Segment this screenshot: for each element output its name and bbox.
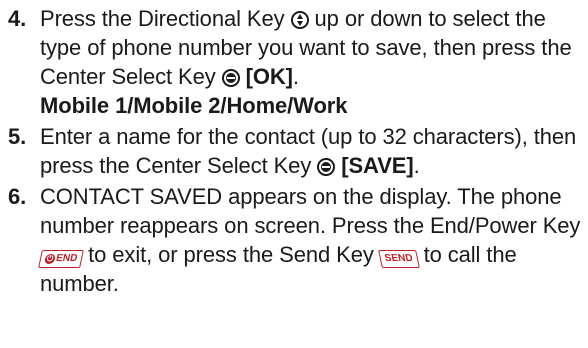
step-text: Press the Directional Key — [40, 6, 285, 31]
key-label: SEND — [383, 253, 414, 264]
key-label: END — [54, 253, 79, 264]
step-number: 6. — [8, 184, 27, 209]
phone-type-options: Mobile 1/Mobile 2/Home/Work — [40, 93, 348, 118]
directional-key-icon — [290, 11, 309, 29]
send-key-icon: SEND — [377, 250, 420, 268]
center-select-key-icon — [221, 69, 240, 87]
step-5: 5. Enter a name for the contact (up to 3… — [0, 122, 588, 180]
end-power-key-icon: ⏻END — [38, 250, 85, 268]
step-number: 4. — [8, 6, 27, 31]
step-text: CONTACT SAVED appears on the display. Th… — [40, 184, 581, 238]
punctuation: . — [413, 153, 420, 178]
step-text: Enter a name for the contact (up to 32 c… — [40, 124, 577, 178]
softkey-label-ok: [OK] — [245, 64, 293, 89]
punctuation: . — [292, 64, 299, 89]
step-6: 6. CONTACT SAVED appears on the display.… — [0, 182, 588, 298]
step-4: 4. Press the Directional Key up or down … — [0, 4, 588, 120]
softkey-label-save: [SAVE] — [341, 153, 414, 178]
step-text: to exit, or press the Send Key — [88, 242, 374, 267]
center-select-key-icon — [317, 158, 336, 176]
step-number: 5. — [8, 124, 27, 149]
instruction-page: 4. Press the Directional Key up or down … — [0, 0, 588, 348]
